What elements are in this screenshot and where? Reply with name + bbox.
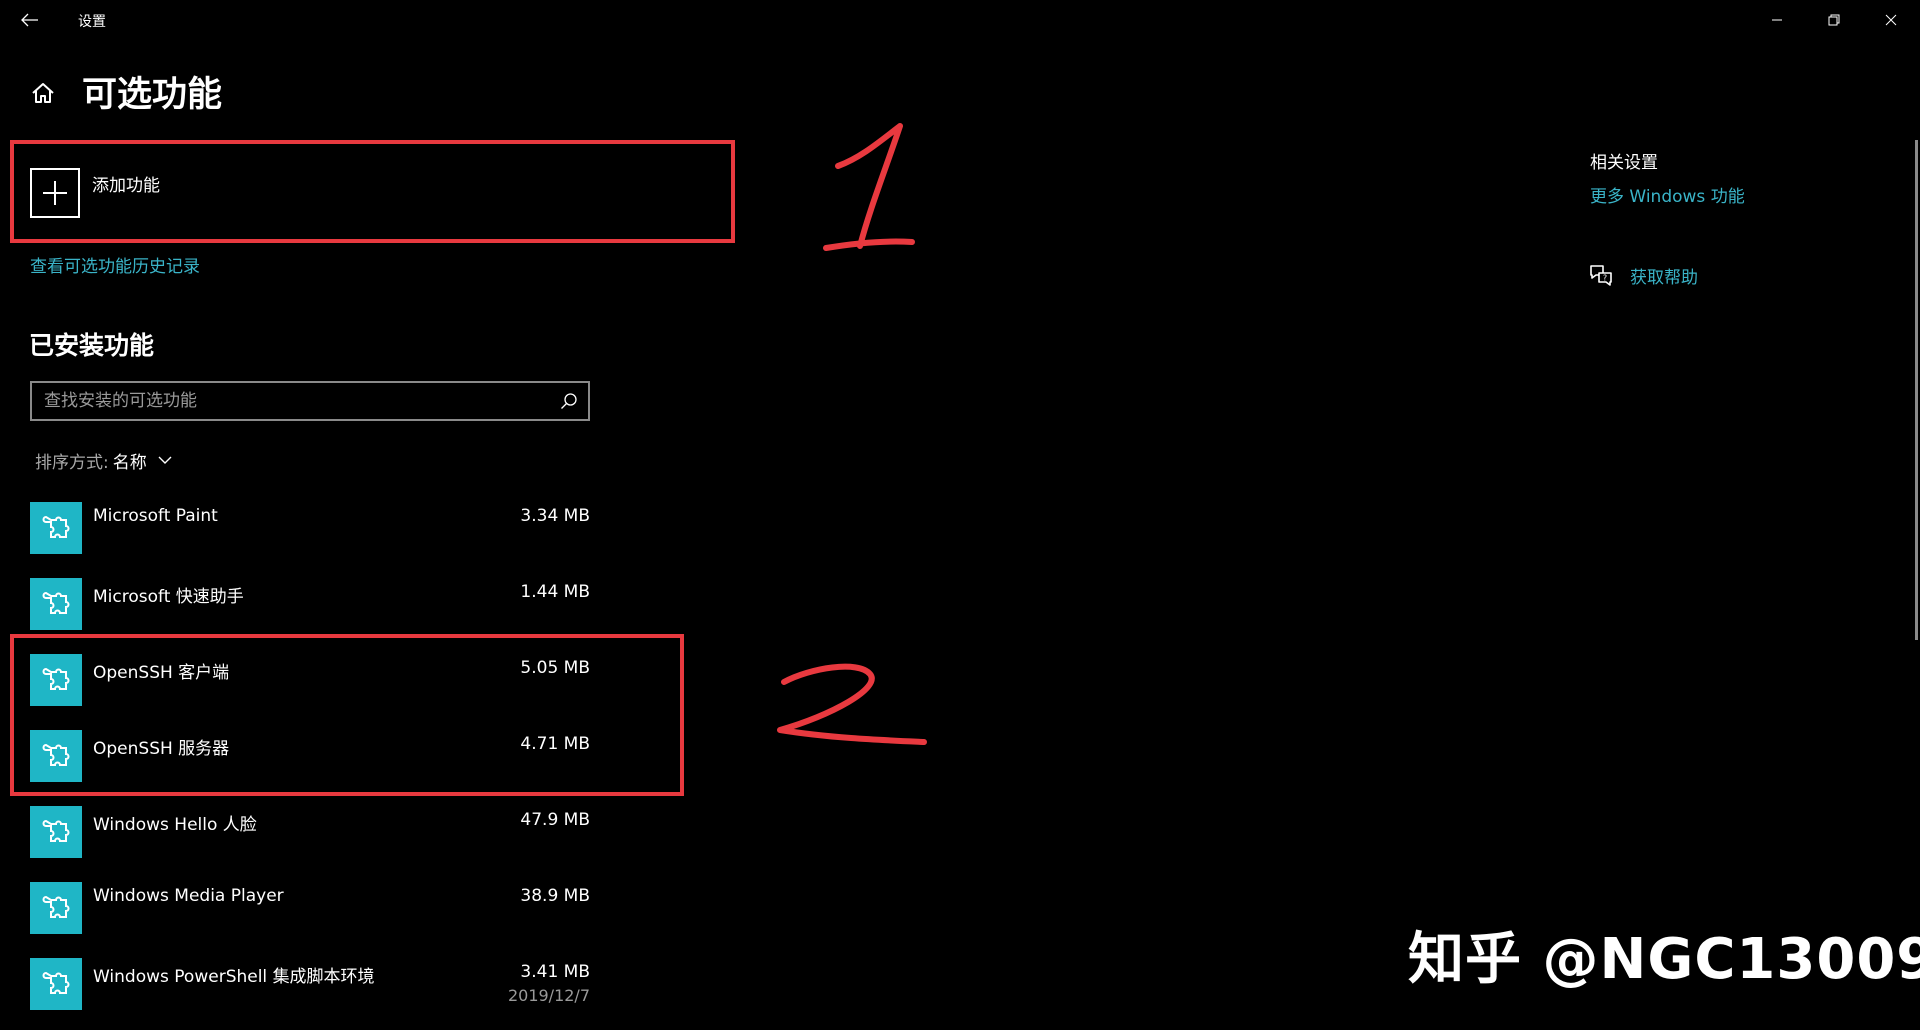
minimize-icon (1771, 19, 1782, 21)
list-item[interactable]: Windows Hello 人脸 47.9 MB (30, 806, 590, 882)
puzzle-icon (30, 958, 82, 1010)
feature-size: 3.34 MB (520, 506, 590, 526)
restore-icon (1828, 14, 1839, 26)
installed-features-heading: 已安装功能 (29, 331, 155, 360)
close-button[interactable] (1862, 0, 1919, 40)
feature-date: 2019/12/7 (507, 986, 590, 1005)
get-help-label: 获取帮助 (1630, 267, 1698, 288)
sort-dropdown[interactable]: 排序方式: 名称 (35, 448, 173, 473)
chat-help-icon: ? (1590, 265, 1612, 286)
search-input[interactable] (44, 383, 544, 419)
feature-name: Windows Hello 人脸 (93, 815, 257, 835)
restore-button[interactable] (1805, 0, 1862, 40)
scrollbar[interactable] (1915, 140, 1918, 640)
feature-name: Windows Media Player (93, 886, 284, 906)
chevron-down-icon (158, 456, 172, 464)
feature-name: Microsoft Paint (93, 506, 218, 526)
feature-size: 1.44 MB (520, 582, 590, 602)
puzzle-icon (30, 502, 82, 554)
annotation-box-2 (10, 634, 684, 796)
list-item[interactable]: Microsoft Paint 3.34 MB (30, 502, 590, 578)
feature-size: 47.9 MB (520, 810, 590, 830)
view-history-link[interactable]: 查看可选功能历史记录 (30, 252, 200, 277)
back-arrow-icon (21, 13, 38, 27)
feature-name: Microsoft 快速助手 (93, 587, 244, 607)
sort-value: 名称 (112, 452, 147, 473)
puzzle-icon (30, 806, 82, 858)
feature-size: 38.9 MB (520, 886, 590, 906)
svg-text:?: ? (1603, 274, 1607, 283)
page-title: 可选功能 (82, 75, 223, 115)
home-button[interactable] (28, 78, 58, 108)
get-help-link[interactable]: ? 获取帮助 (1588, 262, 1698, 288)
feature-name: Windows PowerShell 集成脚本环境 (93, 967, 375, 987)
more-windows-features-link[interactable]: 更多 Windows 功能 (1590, 182, 1745, 207)
watermark: 知乎 @NGC13009 (1408, 927, 1920, 992)
list-item[interactable]: Windows Media Player 38.9 MB (30, 882, 590, 958)
search-icon[interactable] (560, 392, 578, 410)
puzzle-icon (30, 882, 82, 934)
list-item[interactable]: Windows PowerShell 集成脚本环境 3.41 MB 2019/1… (30, 958, 590, 1030)
annotation-number-1 (823, 123, 915, 251)
home-icon (32, 83, 54, 103)
close-icon (1885, 14, 1896, 26)
search-box (30, 381, 590, 421)
related-settings-heading: 相关设置 (1590, 153, 1658, 173)
annotation-number-2 (777, 663, 927, 745)
title-bar: 设置 (0, 0, 1920, 40)
puzzle-icon (30, 578, 82, 630)
annotation-box-1 (10, 140, 735, 243)
sort-label: 排序方式: (35, 452, 109, 473)
window-title: 设置 (78, 14, 106, 30)
minimize-button[interactable] (1748, 0, 1805, 40)
back-button[interactable] (14, 6, 46, 34)
feature-size: 3.41 MB (520, 962, 590, 982)
